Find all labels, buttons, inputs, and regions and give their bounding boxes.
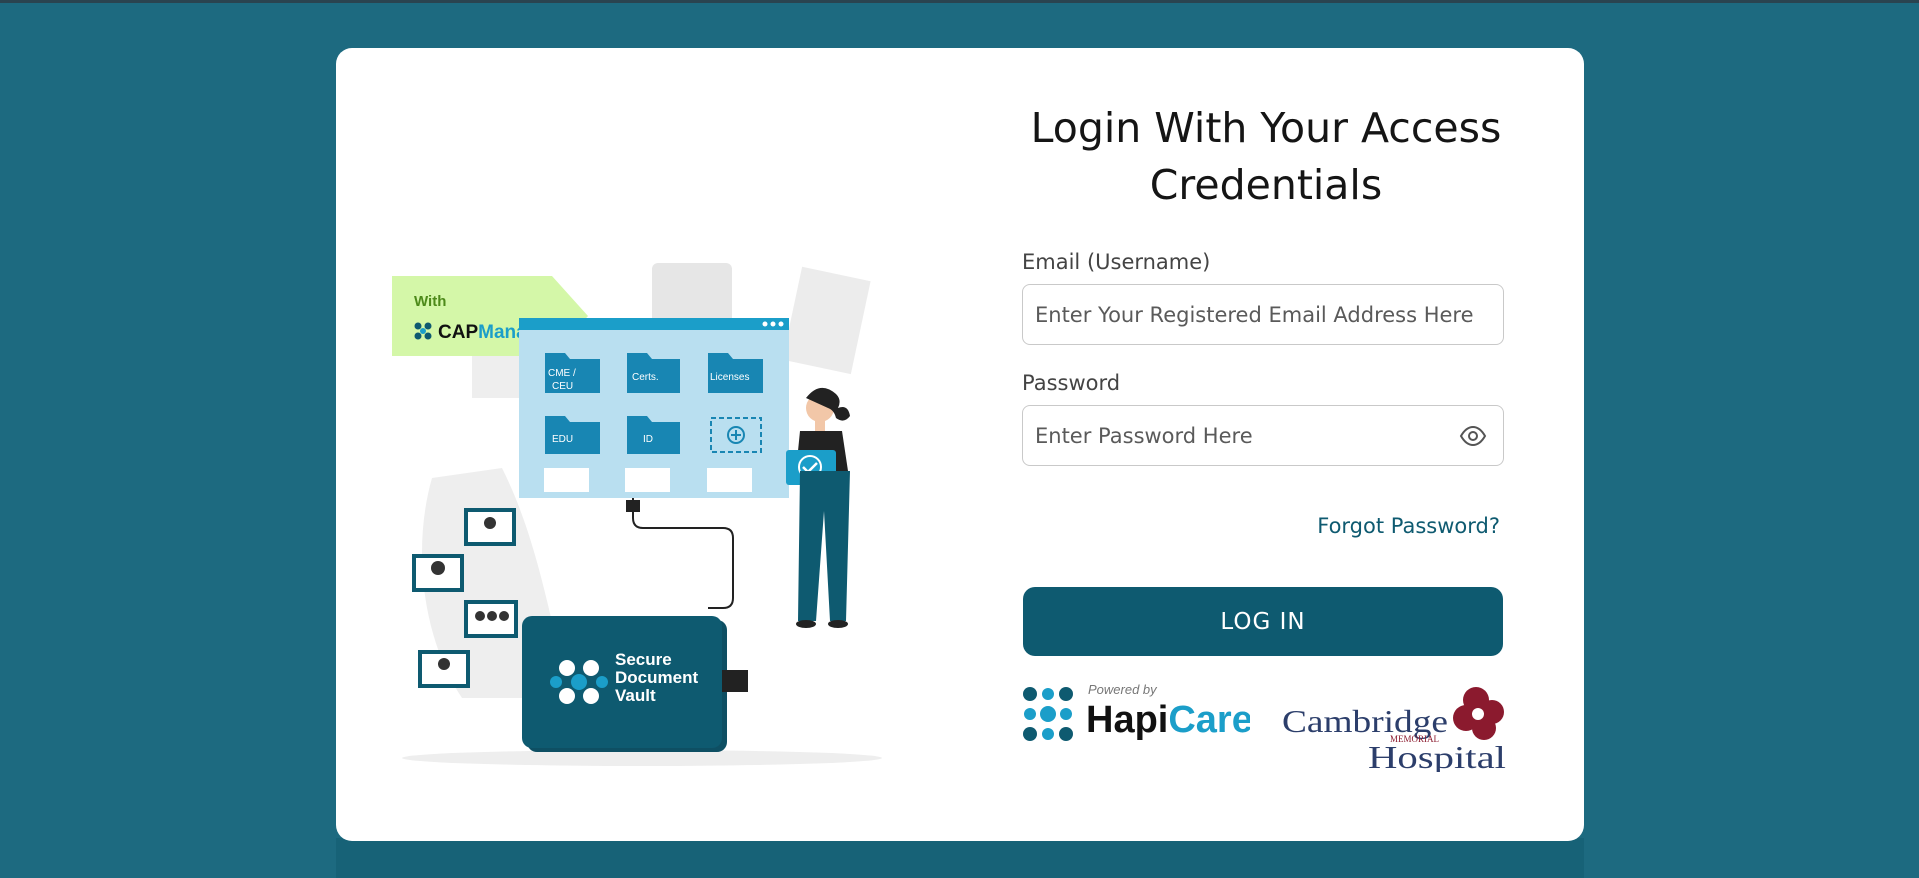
password-field[interactable] — [1023, 406, 1503, 465]
svg-text:Vault: Vault — [615, 686, 656, 705]
email-field[interactable] — [1023, 285, 1503, 344]
svg-text:HapiCare: HapiCare — [1086, 699, 1250, 741]
forgot-password-link[interactable]: Forgot Password? — [1306, 514, 1500, 538]
login-button[interactable]: LOG IN — [1023, 587, 1503, 656]
folder-cme-ceu: CME / CEU — [545, 353, 600, 393]
svg-text:Certs.: Certs. — [632, 372, 659, 383]
card-bottom-strip — [336, 838, 1584, 878]
hospital-text: Hospital — [1368, 739, 1506, 772]
folder-certs: Certs. — [627, 353, 680, 393]
hapicare-logo-icon — [1023, 687, 1073, 741]
document-folders-window: CME / CEU Certs. Licenses EDU ID — [519, 318, 789, 498]
folder-licenses: Licenses — [708, 353, 763, 393]
page-title-line2: Credentials — [1149, 161, 1383, 209]
cambridge-memorial-hospital-logo: Cambridge MEMORIAL Hospital — [1282, 687, 1506, 772]
secure-document-vault-illustration: With CAPManager CME / CEU Certs. License… — [392, 263, 882, 766]
password-field-container — [1022, 405, 1504, 466]
page-title-line1: Login With Your Access — [1030, 104, 1502, 152]
email-label: Email (Username) — [1022, 250, 1211, 274]
svg-text:Secure: Secure — [615, 650, 672, 669]
svg-text:ID: ID — [643, 434, 653, 445]
email-field-container — [1022, 284, 1504, 345]
flower-icon — [1453, 687, 1504, 740]
login-card: With CAPManager CME / CEU Certs. License… — [336, 48, 1584, 841]
svg-text:Document: Document — [615, 668, 698, 687]
window-top-bar — [0, 0, 1919, 3]
svg-text:EDU: EDU — [552, 434, 573, 445]
password-label: Password — [1022, 371, 1121, 395]
eye-icon[interactable] — [1459, 425, 1487, 447]
secure-document-vault: Secure Document Vault — [522, 616, 748, 752]
care-text: Care — [1168, 699, 1250, 741]
svg-text:CME /: CME / — [548, 368, 576, 379]
page-title: Login With Your Access Credentials — [996, 100, 1536, 214]
badge-cap-text: CAP — [438, 322, 478, 343]
powered-by-text: Powered by — [1088, 682, 1158, 697]
hapi-text: Hapi — [1086, 699, 1168, 741]
badge-with-text: With — [414, 293, 446, 310]
woman-figure — [786, 387, 850, 628]
hapicare-logo: Powered by HapiCare — [1023, 682, 1250, 741]
svg-text:CEU: CEU — [552, 381, 573, 392]
svg-text:Licenses: Licenses — [710, 372, 749, 383]
